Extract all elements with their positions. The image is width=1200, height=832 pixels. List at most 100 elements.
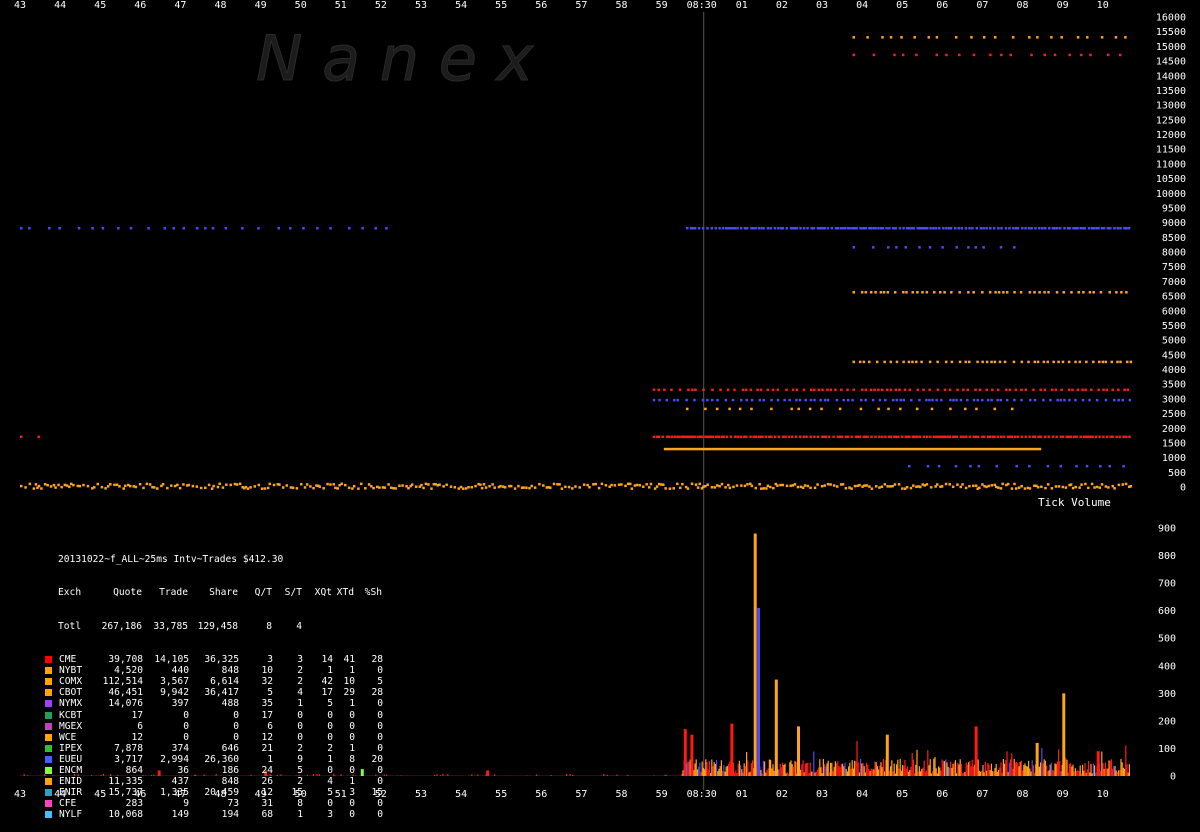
volume-bar [948,767,949,776]
stats-cell: 12 [239,787,273,798]
trade-dot [102,227,105,230]
time-tick-label-bottom: 53 [415,789,427,800]
trade-dot [935,227,938,230]
trade-dot [965,487,968,490]
trade-dot [921,291,924,294]
trade-dot [908,436,911,439]
trade-dot [1037,436,1040,439]
trade-dot [1040,486,1043,489]
trade-dot [945,483,948,486]
price-tick-label: 13000 [1156,101,1186,112]
trade-dot [704,408,707,411]
trade-dot [916,389,919,392]
volume-bar [949,768,950,776]
trade-dot [824,399,827,402]
volume-bar [858,763,859,776]
volume-tick-label: 700 [1158,579,1176,590]
volume-bar [711,759,712,776]
trade-dot [935,436,938,439]
trade-dot [874,227,877,230]
trade-dot [1130,485,1133,488]
trade-dot [166,487,169,490]
stats-cell: 5 [303,787,333,798]
volume-bar [919,766,920,776]
trade-dot [1055,436,1058,439]
volume-bar [1060,771,1061,776]
trade-dot [296,487,299,490]
trade-dot [1011,487,1014,490]
trade-dot [841,227,844,230]
volume-bar [1070,763,1071,776]
trade-dot [618,483,621,486]
stats-cell: 1 [333,743,355,754]
trade-dot [809,487,812,490]
volume-bar [925,772,926,776]
trade-dot [865,484,868,487]
trade-dot [1122,483,1125,486]
volume-bar [722,771,723,776]
trade-dot [538,483,541,486]
volume-bar [932,771,933,776]
trade-dot [972,291,975,294]
trade-dot [990,361,993,364]
trade-dot [900,36,903,39]
trade-dot [893,54,896,57]
trade-dot [1044,227,1047,230]
stats-cell: 864 [95,765,143,776]
time-tick-label-top: 52 [375,0,387,11]
trade-dot [985,486,988,489]
trade-dot [116,483,119,486]
trade-dot [422,487,425,490]
trade-dot [718,436,721,439]
trade-dot [290,486,293,489]
stats-cell: 440 [143,665,189,676]
trade-dot [1111,436,1114,439]
trade-dot [873,54,876,57]
trade-dot [885,227,888,230]
volume-bar [768,768,769,776]
trade-dot [853,291,856,294]
exchange-color-swatch [45,756,52,763]
stats-row: KCBT1700170000 [44,710,383,721]
trade-dot [1092,291,1095,294]
trade-dot [855,227,858,230]
trade-dot [592,483,595,486]
trade-dot [1034,399,1037,402]
stats-cell: 20,459 [189,787,239,798]
volume-bar [969,761,970,776]
price-tick-label: 9500 [1162,203,1186,214]
volume-bar [967,765,968,776]
trade-dot [691,389,694,392]
exchange-color-swatch [45,734,52,741]
volume-bar [698,767,699,776]
trade-dot [685,399,688,402]
trade-dot [1047,361,1050,364]
trade-dot [904,389,907,392]
stats-cell: 0 [189,710,239,721]
volume-bar [884,771,885,776]
volume-bar [978,759,979,776]
trade-dot [1039,389,1042,392]
trade-dot [751,485,754,488]
trade-dot [425,483,428,486]
volume-bar [880,762,881,776]
stats-row: NYLF10,068149194681300 [44,809,383,820]
trade-dot [941,246,944,249]
volume-bar [955,760,956,776]
trade-dot [483,483,486,486]
volume-bar [924,761,925,776]
volume-bar [739,761,740,776]
price-tick-label: 500 [1168,468,1186,479]
volume-bar [1029,769,1030,776]
trade-dot [744,227,747,230]
volume-bar [1094,765,1095,776]
trade-dot [782,484,785,487]
trade-dot [558,483,561,486]
trade-dot [1043,291,1046,294]
trade-dot [959,361,962,364]
trade-dot [1020,485,1023,488]
volume-bar [872,769,873,776]
volume-bar [603,774,604,776]
volume-bar [813,752,814,776]
trade-dot [1101,227,1104,230]
